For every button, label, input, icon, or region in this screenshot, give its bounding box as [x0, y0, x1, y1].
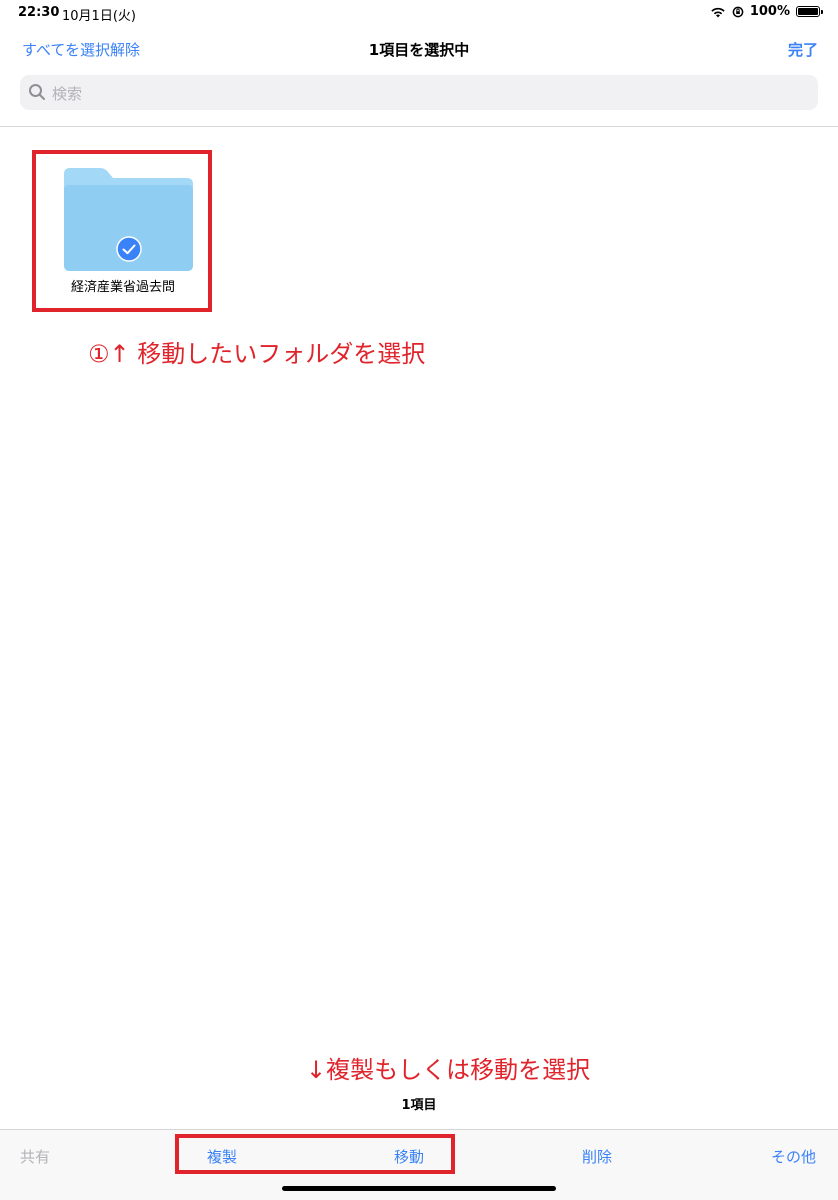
annotation-select-folder: ①↑ 移動したいフォルダを選択: [88, 340, 426, 368]
status-indicators: 100%: [710, 4, 823, 19]
status-bar: 22:30 10月1日(火) 100%: [0, 0, 838, 26]
wifi-icon: [711, 7, 725, 17]
home-indicator[interactable]: [282, 1186, 556, 1191]
search-bar[interactable]: [20, 75, 818, 112]
battery-icon: [796, 6, 823, 17]
more-button[interactable]: その他: [771, 1146, 816, 1167]
status-time: 22:30: [18, 5, 60, 20]
page-title: 1項目を選択中: [368, 41, 470, 59]
orientation-lock-icon: [732, 6, 744, 17]
item-count: 1項目: [401, 1098, 437, 1113]
done-button[interactable]: 完了: [788, 39, 818, 60]
search-input[interactable]: [50, 75, 794, 112]
status-date: 10月1日(火): [62, 9, 136, 24]
divider: [0, 126, 838, 127]
search-icon: [29, 84, 45, 100]
toolbar-highlight-box: [175, 1134, 455, 1174]
share-button[interactable]: 共有: [20, 1146, 50, 1167]
navigation-bar: すべてを選択解除 1項目を選択中 完了: [0, 30, 838, 70]
battery-percent: 100%: [749, 4, 790, 19]
folder-highlight-box: [32, 150, 212, 312]
annotation-choose-action: ↓複製もしくは移動を選択: [306, 1056, 591, 1084]
delete-button[interactable]: 削除: [582, 1146, 612, 1167]
